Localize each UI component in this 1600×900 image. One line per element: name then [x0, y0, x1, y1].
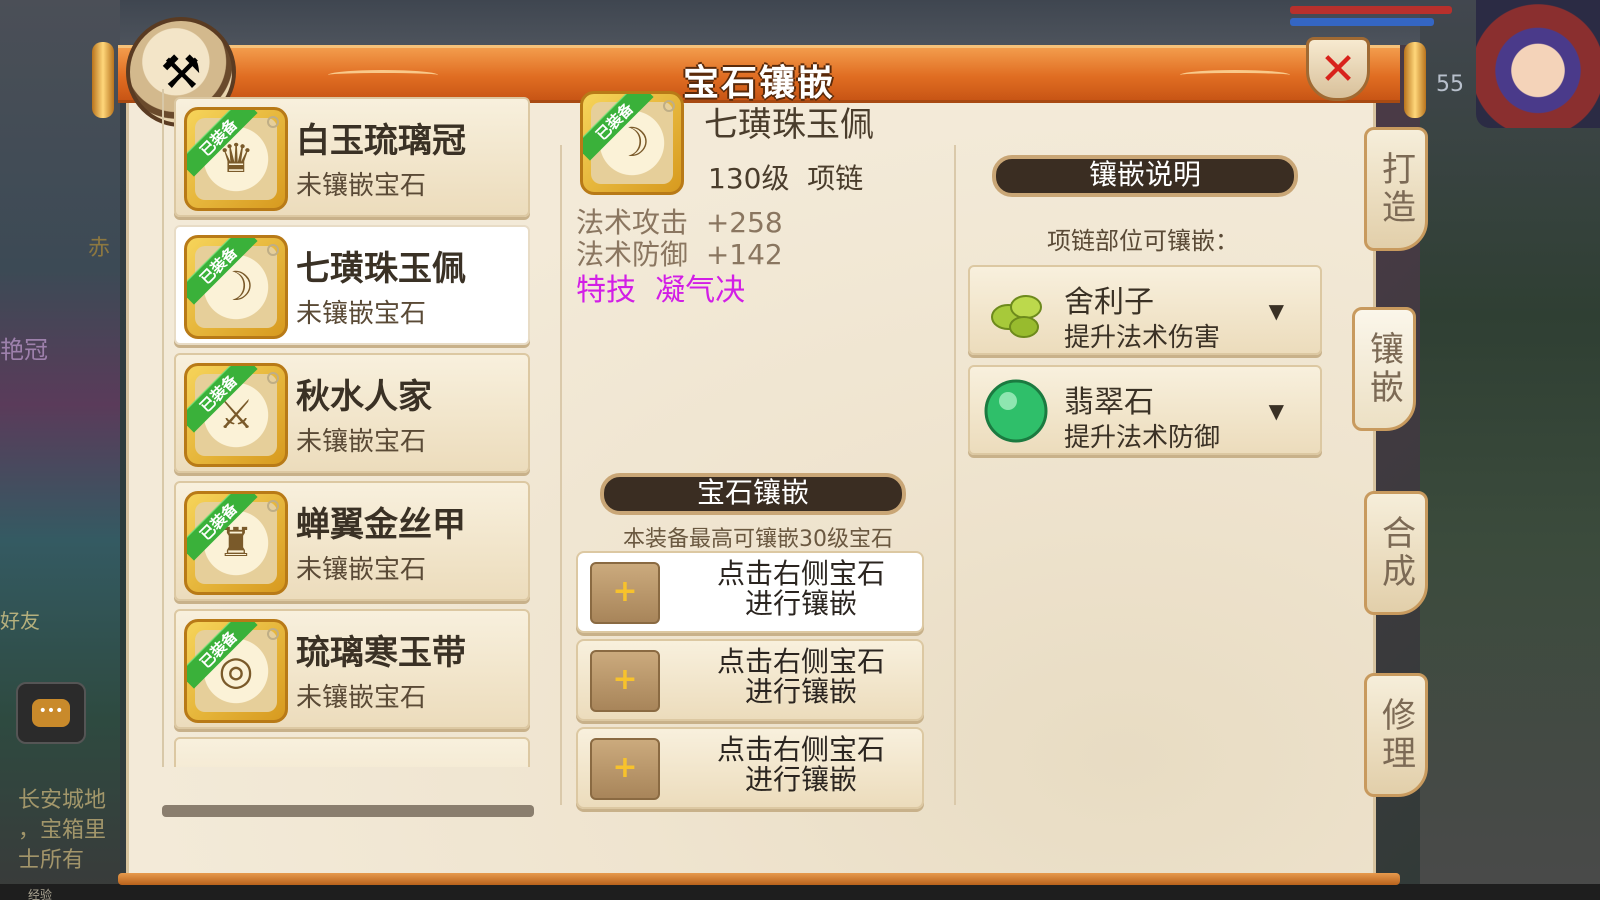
bg-text: 好友: [0, 609, 40, 633]
gem-slot-hint: 点击右侧宝石 进行镶嵌: [686, 647, 916, 707]
bg-text: ，宝箱里: [18, 818, 107, 843]
equipment-item[interactable]: ⚔ 已装备 秋水人家 未镶嵌宝石: [174, 353, 530, 473]
lock-icon: [267, 244, 279, 256]
bg-text: 士所有: [18, 848, 85, 873]
dropdown-arrow-icon[interactable]: ▼: [1269, 399, 1284, 423]
column-divider: [954, 145, 956, 805]
gem-slot-3[interactable]: + 点击右侧宝石 进行镶嵌: [576, 727, 924, 809]
bg-text: 长安城地: [18, 788, 107, 813]
gem-slot-1[interactable]: + 点击右侧宝石 进行镶嵌: [576, 551, 924, 633]
chat-button[interactable]: •••: [16, 682, 86, 744]
equipment-item-selected[interactable]: ☽ 已装备 七璜珠玉佩 未镶嵌宝石: [174, 225, 530, 345]
equipment-icon-frame: ♛ 已装备: [184, 107, 288, 211]
special-value: 凝气决: [655, 273, 746, 308]
equipment-status: 未镶嵌宝石: [296, 555, 427, 585]
gem-name: 舍利子: [1064, 285, 1154, 320]
equipment-status: 未镶嵌宝石: [296, 299, 427, 329]
gem-inlay-window: 宝石镶嵌 ⚒ ✕ ♛ 已装备 白玉琉璃冠 未镶嵌宝石 ☽ 已装备 七璜珠玉佩 未…: [92, 17, 1428, 885]
special-skill: 特技 凝气决: [576, 265, 745, 309]
close-button[interactable]: ✕: [1306, 37, 1370, 101]
game-scene-left: [0, 0, 120, 900]
column-divider: [560, 145, 562, 805]
tab-label: 合成: [1375, 515, 1416, 591]
gem-effect: 提升法术伤害: [1064, 323, 1221, 353]
exp-bar: [0, 884, 1600, 900]
equipment-name: 秋水人家: [296, 377, 432, 417]
gem-inlay-note: 本装备最高可镶嵌30级宝石: [623, 527, 893, 552]
hint-line: 点击右侧宝石: [716, 645, 885, 678]
equipment-name: 七璜珠玉佩: [296, 249, 466, 289]
hint-line: 进行镶嵌: [744, 763, 857, 796]
tab-label: 打造: [1375, 151, 1416, 227]
gem-option-jade[interactable]: 翡翠石 提升法术防御 ▼: [968, 365, 1322, 455]
gem-option-sarira[interactable]: 舍利子 提升法术伤害 ▼: [968, 265, 1322, 355]
hint-line: 进行镶嵌: [744, 675, 857, 708]
sarira-gem-icon: [991, 295, 1042, 338]
player-status-bars: [1290, 6, 1470, 40]
equipment-status: 未镶嵌宝石: [296, 683, 427, 713]
lock-icon: [663, 100, 675, 112]
equipment-status: 未镶嵌宝石: [296, 427, 427, 457]
equipment-item[interactable]: ◎ 已装备 琉璃寒玉带 未镶嵌宝石: [174, 609, 530, 729]
lock-icon: [267, 372, 279, 384]
tab-label: 修理: [1375, 697, 1416, 773]
lock-icon: [267, 628, 279, 640]
dropdown-arrow-icon[interactable]: ▼: [1269, 299, 1284, 323]
item-level: 130级: [708, 162, 790, 195]
equipment-name: 白玉琉璃冠: [296, 121, 466, 161]
tab-forge[interactable]: 打造: [1364, 127, 1428, 251]
plus-icon: +: [590, 650, 660, 712]
chat-bubble-icon: •••: [32, 699, 70, 727]
tab-inlay[interactable]: 镶嵌: [1352, 307, 1416, 431]
equipment-status: 未镶嵌宝石: [296, 171, 427, 201]
bg-text: 艳冠: [0, 336, 48, 364]
lock-icon: [267, 116, 279, 128]
equipment-icon-frame: ♜ 已装备: [184, 491, 288, 595]
tab-label: 镶嵌: [1363, 331, 1404, 407]
list-scrollbar[interactable]: [162, 805, 534, 817]
special-label: 特技: [576, 273, 636, 308]
inlay-description-header: 镶嵌说明: [992, 155, 1298, 197]
hint-line: 进行镶嵌: [744, 587, 857, 620]
inlay-description-subtitle: 项链部位可镶嵌：: [1047, 227, 1239, 255]
gem-slot-hint: 点击右侧宝石 进行镶嵌: [686, 559, 916, 619]
equipment-item-partial[interactable]: [174, 737, 530, 767]
detail-name: 七璜珠玉佩: [704, 105, 874, 145]
gem-slot-2[interactable]: + 点击右侧宝石 进行镶嵌: [576, 639, 924, 721]
equipment-icon-frame: ⚔ 已装备: [184, 363, 288, 467]
scroll-rod-left: [92, 42, 114, 118]
detail-level: 130级 项链: [708, 157, 863, 197]
equipment-icon-frame: ◎ 已装备: [184, 619, 288, 723]
gem-inlay-header: 宝石镶嵌: [600, 473, 906, 515]
gem-name: 翡翠石: [1064, 385, 1154, 420]
equipment-name: 蝉翼金丝甲: [296, 505, 466, 545]
hint-line: 点击右侧宝石: [716, 733, 885, 766]
tab-combine[interactable]: 合成: [1364, 491, 1428, 615]
scroll-bottom-rod: [118, 873, 1400, 885]
detail-icon-frame: ☽ 已装备: [580, 91, 684, 195]
bg-text: 赤: [88, 236, 111, 261]
scroll-rod-right: [1404, 42, 1426, 118]
gem-effect: 提升法术防御: [1064, 423, 1221, 453]
jade-gem-icon: [984, 379, 1048, 443]
equipment-list[interactable]: ♛ 已装备 白玉琉璃冠 未镶嵌宝石 ☽ 已装备 七璜珠玉佩 未镶嵌宝石 ⚔ 已装…: [162, 89, 534, 767]
tab-repair[interactable]: 修理: [1364, 673, 1428, 797]
equipment-item[interactable]: ♜ 已装备 蝉翼金丝甲 未镶嵌宝石: [174, 481, 530, 601]
equipment-item[interactable]: ♛ 已装备 白玉琉璃冠 未镶嵌宝石: [174, 97, 530, 217]
player-level: 55: [1436, 72, 1464, 97]
item-slot: 项链: [807, 162, 864, 195]
exp-label: 经验: [28, 888, 53, 900]
hint-line: 点击右侧宝石: [716, 557, 885, 590]
player-avatar[interactable]: [1476, 0, 1600, 128]
equipment-name: 琉璃寒玉带: [296, 633, 466, 673]
equipment-icon-frame: ☽ 已装备: [184, 235, 288, 339]
plus-icon: +: [590, 738, 660, 800]
plus-icon: +: [590, 562, 660, 624]
lock-icon: [267, 500, 279, 512]
game-scene-right: [1420, 0, 1600, 900]
gem-slot-hint: 点击右侧宝石 进行镶嵌: [686, 735, 916, 795]
